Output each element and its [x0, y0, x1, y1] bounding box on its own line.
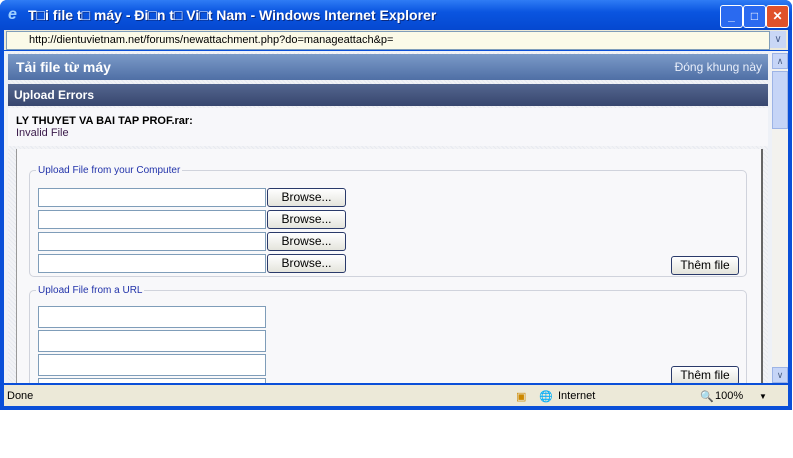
url-input-4[interactable] [38, 378, 266, 383]
title-bar: e T□i file t□ máy - Đi□n t□ Vi□t Nam - W… [0, 0, 792, 30]
url-field[interactable]: http://dientuvietnam.net/forums/newattac… [6, 31, 770, 50]
url-input-2[interactable] [38, 330, 266, 352]
ie-logo-icon: e [8, 6, 17, 23]
error-message: Invalid File [16, 127, 69, 139]
url-input-3[interactable] [38, 354, 266, 376]
browser-window: e T□i file t□ máy - Đi□n t□ Vi□t Nam - W… [0, 0, 792, 410]
file-input-3[interactable] [38, 232, 266, 251]
file-input-4[interactable] [38, 254, 266, 273]
browse-button-2[interactable]: Browse... [267, 210, 346, 229]
add-url-file-button[interactable]: Thêm file [671, 366, 739, 383]
url-input-1[interactable] [38, 306, 266, 328]
status-text: Done [7, 390, 34, 402]
computer-upload-legend: Upload File from your Computer [38, 165, 181, 176]
url-upload-legend: Upload File from a URL [38, 285, 143, 296]
browse-button-3[interactable]: Browse... [267, 232, 346, 251]
close-frame-link[interactable]: Đóng khung này [675, 60, 762, 74]
browse-button-4[interactable]: Browse... [267, 254, 346, 273]
browse-button-1[interactable]: Browse... [267, 188, 346, 207]
globe-icon: 🌐 [539, 391, 553, 403]
page-title: Tải file từ máy [16, 59, 111, 75]
error-details: LY THUYET VA BAI TAP PROF.rar: Invalid F… [8, 108, 768, 146]
popup-header: Tải file từ máy Đóng khung này [8, 54, 768, 80]
scroll-down-icon[interactable]: ∨ [772, 367, 788, 383]
scroll-thumb[interactable] [772, 71, 788, 129]
computer-upload-fieldset: Upload File from your Computer Browse...… [29, 165, 747, 277]
address-bar: http://dientuvietnam.net/forums/newattac… [4, 30, 788, 50]
scroll-up-icon[interactable]: ∧ [772, 53, 788, 69]
window-title: T□i file t□ máy - Đi□n t□ Vi□t Nam - Win… [28, 7, 437, 23]
url-text: http://dientuvietnam.net/forums/newattac… [29, 34, 394, 46]
status-bar: Done ▣ 🌐 Internet 🔍 100% ▼ [4, 385, 788, 406]
vertical-scrollbar[interactable]: ∧ ∨ [772, 53, 788, 383]
security-zone: Internet [558, 390, 596, 402]
file-input-2[interactable] [38, 210, 266, 229]
file-input-1[interactable] [38, 188, 266, 207]
close-button[interactable]: ✕ [766, 5, 789, 28]
add-file-button[interactable]: Thêm file [671, 256, 739, 275]
popup-blocked-icon[interactable]: ▣ [516, 390, 526, 403]
page-content: Tải file từ máy Đóng khung này Upload Er… [4, 51, 788, 383]
zoom-level[interactable]: 100% [715, 390, 743, 402]
upload-form: Upload File from your Computer Browse...… [16, 149, 763, 383]
zoom-dropdown-icon[interactable]: ▼ [759, 392, 767, 401]
maximize-button[interactable]: □ [743, 5, 766, 28]
upload-errors-heading: Upload Errors [8, 84, 768, 106]
chevron-down-icon[interactable]: ∨ [770, 31, 786, 48]
url-upload-fieldset: Upload File from a URL Thêm file [29, 285, 747, 383]
zoom-icon[interactable]: 🔍 [700, 390, 714, 403]
minimize-button[interactable]: _ [720, 5, 743, 28]
error-filename: LY THUYET VA BAI TAP PROF.rar: [16, 115, 193, 127]
